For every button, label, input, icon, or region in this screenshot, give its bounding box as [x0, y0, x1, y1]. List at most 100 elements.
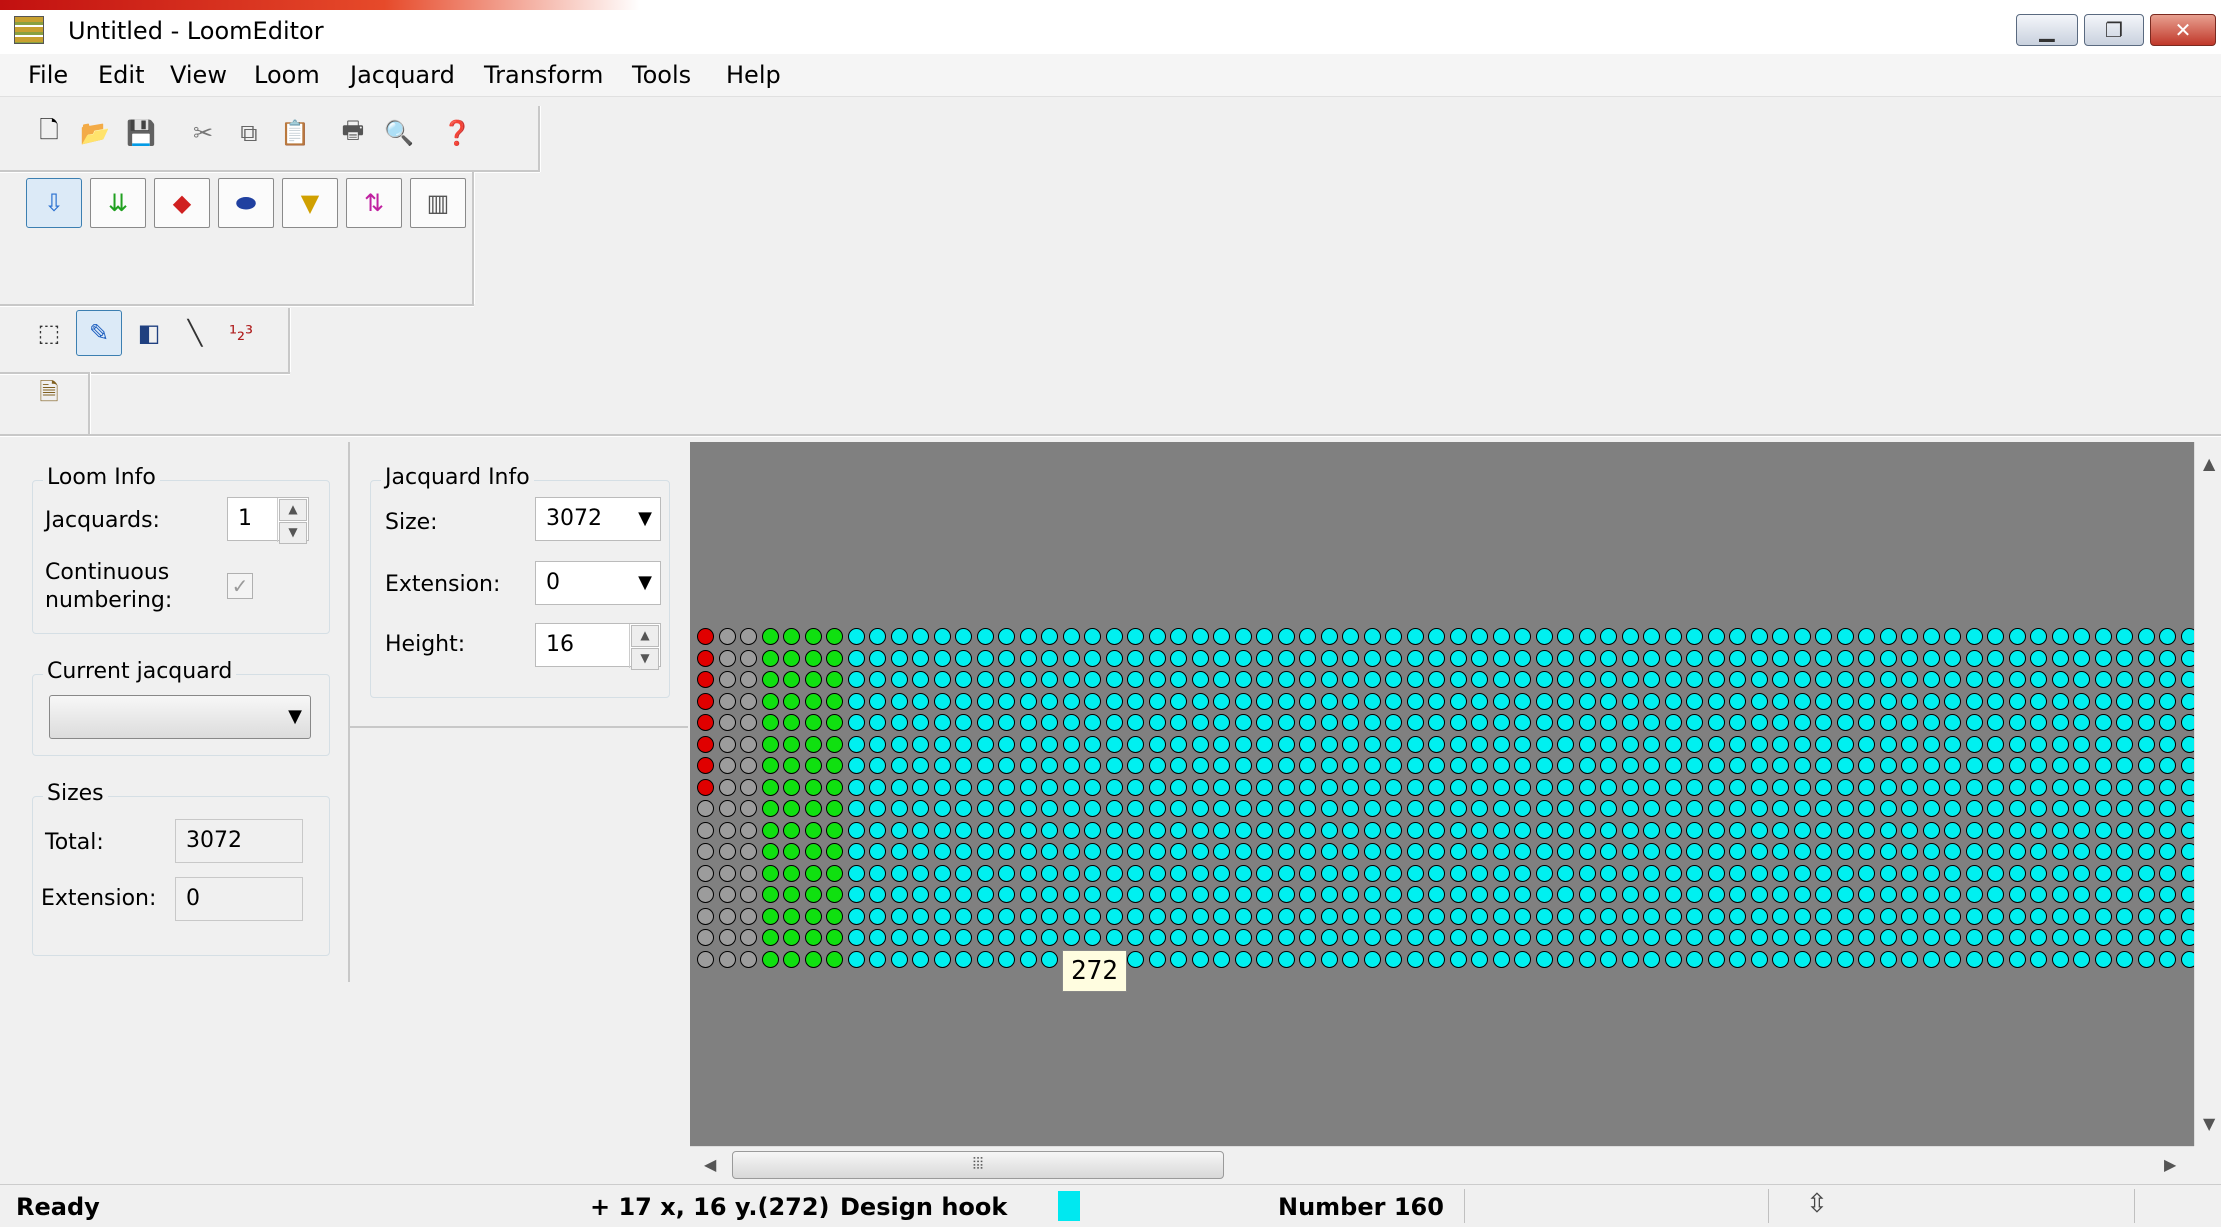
hook-cyan[interactable]	[912, 735, 929, 753]
properties-icon[interactable]: 🗎	[30, 376, 68, 414]
hook-cyan[interactable]	[1535, 929, 1553, 946]
hook-cyan[interactable]	[976, 735, 994, 753]
hook-cyan[interactable]	[1449, 778, 1467, 796]
hook-cyan[interactable]	[1428, 735, 1445, 753]
hook-cyan[interactable]	[2137, 907, 2155, 925]
hook-grey[interactable]	[740, 800, 757, 817]
hook-cyan[interactable]	[1041, 735, 1058, 753]
height-spinner[interactable]: 16 ▲ ▼	[535, 623, 661, 670]
hook-cyan[interactable]	[1557, 628, 1574, 645]
spin-up-icon[interactable]: ▲	[279, 499, 307, 521]
hook-cyan[interactable]	[912, 929, 929, 946]
hook-cyan[interactable]	[955, 671, 972, 688]
hook-cyan[interactable]	[1019, 929, 1037, 946]
hook-cyan[interactable]	[1557, 714, 1574, 731]
hook-green[interactable]	[761, 886, 779, 903]
hook-cyan[interactable]	[1148, 757, 1166, 774]
hook-cyan[interactable]	[1621, 821, 1639, 839]
hook-cyan[interactable]	[1428, 757, 1445, 774]
hook-cyan[interactable]	[1471, 907, 1488, 925]
hook-cyan[interactable]	[2008, 800, 2026, 817]
hook-cyan[interactable]	[933, 929, 951, 946]
hook-cyan[interactable]	[1256, 778, 1273, 796]
menu-file[interactable]: File	[28, 60, 68, 90]
hook-cyan[interactable]	[1858, 714, 1875, 731]
hook-cyan[interactable]	[1234, 692, 1252, 710]
menu-edit[interactable]: Edit	[98, 60, 144, 90]
hook-cyan[interactable]	[1406, 778, 1424, 796]
jacquard-extension-select[interactable]: 0 ▼	[535, 561, 661, 605]
hook-cyan[interactable]	[1793, 843, 1811, 860]
hook-cyan[interactable]	[2180, 628, 2194, 645]
hook-grey[interactable]	[718, 628, 736, 645]
hook-cyan[interactable]	[847, 886, 865, 903]
hook-cyan[interactable]	[1320, 649, 1338, 667]
hook-cyan[interactable]	[1557, 671, 1574, 688]
hook-cyan[interactable]	[1922, 757, 1940, 774]
hook-cyan[interactable]	[1815, 929, 1832, 946]
hook-cyan[interactable]	[1600, 929, 1617, 946]
hook-cyan[interactable]	[1363, 778, 1381, 796]
hook-cyan[interactable]	[1836, 800, 1854, 817]
hook-cyan[interactable]	[1471, 692, 1488, 710]
hook-cyan[interactable]	[1363, 628, 1381, 645]
hook-cyan[interactable]	[2116, 692, 2133, 710]
hook-cyan[interactable]	[890, 692, 908, 710]
hook-cyan[interactable]	[1729, 950, 1746, 968]
hook-cyan[interactable]	[869, 714, 886, 731]
hook-cyan[interactable]	[1965, 628, 1983, 645]
hook-cyan[interactable]	[1492, 692, 1510, 710]
hook-cyan[interactable]	[1578, 671, 1596, 688]
hook-cyan[interactable]	[1535, 692, 1553, 710]
hook-green[interactable]	[826, 843, 843, 860]
hook-cyan[interactable]	[1062, 671, 1080, 688]
hook-cyan[interactable]	[1234, 907, 1252, 925]
hook-cyan[interactable]	[890, 671, 908, 688]
hook-cyan[interactable]	[1492, 778, 1510, 796]
hook-cyan[interactable]	[1277, 671, 1295, 688]
hook-cyan[interactable]	[890, 843, 908, 860]
hook-green[interactable]	[783, 692, 800, 710]
hook-cyan[interactable]	[1514, 950, 1531, 968]
hook-cyan[interactable]	[1428, 886, 1445, 903]
hook-cyan[interactable]	[2116, 950, 2133, 968]
hook-cyan[interactable]	[869, 864, 886, 882]
hook-cyan[interactable]	[1234, 929, 1252, 946]
hook-cyan[interactable]	[1385, 800, 1402, 817]
hook-cyan[interactable]	[2008, 671, 2026, 688]
hook-cyan[interactable]	[933, 950, 951, 968]
hook-cyan[interactable]	[955, 735, 972, 753]
hook-cyan[interactable]	[1191, 929, 1209, 946]
hook-cyan[interactable]	[1772, 735, 1789, 753]
hook-cyan[interactable]	[1213, 735, 1230, 753]
hook-cyan[interactable]	[1858, 778, 1875, 796]
menu-transform[interactable]: Transform	[484, 60, 603, 90]
hook-cyan[interactable]	[1299, 907, 1316, 925]
hook-cyan[interactable]	[1686, 800, 1703, 817]
hook-cyan[interactable]	[1987, 907, 2004, 925]
hook-cyan[interactable]	[1041, 843, 1058, 860]
hook-cyan[interactable]	[1707, 735, 1725, 753]
hook-cyan[interactable]	[1084, 628, 1101, 645]
hook-cyan[interactable]	[998, 950, 1015, 968]
hook-cyan[interactable]	[2159, 950, 2176, 968]
hook-cyan[interactable]	[1987, 929, 2004, 946]
hook-cyan[interactable]	[2137, 778, 2155, 796]
hook-cyan[interactable]	[1320, 907, 1338, 925]
hook-cyan[interactable]	[1234, 843, 1252, 860]
hook-cyan[interactable]	[2116, 907, 2133, 925]
hook-cyan[interactable]	[847, 714, 865, 731]
hook-cyan[interactable]	[1729, 800, 1746, 817]
hook-cyan[interactable]	[1363, 757, 1381, 774]
jacquards-spinner[interactable]: 1 ▲ ▼	[227, 497, 309, 544]
hook-cyan[interactable]	[2030, 864, 2047, 882]
hook-cyan[interactable]	[1299, 735, 1316, 753]
hook-cyan[interactable]	[2137, 864, 2155, 882]
hook-cyan[interactable]	[1600, 778, 1617, 796]
hook-cyan[interactable]	[1406, 950, 1424, 968]
hook-cyan[interactable]	[1084, 800, 1101, 817]
hook-green[interactable]	[804, 778, 822, 796]
hook-cyan[interactable]	[1191, 692, 1209, 710]
hook-cyan[interactable]	[1901, 907, 1918, 925]
hook-cyan[interactable]	[1105, 714, 1123, 731]
